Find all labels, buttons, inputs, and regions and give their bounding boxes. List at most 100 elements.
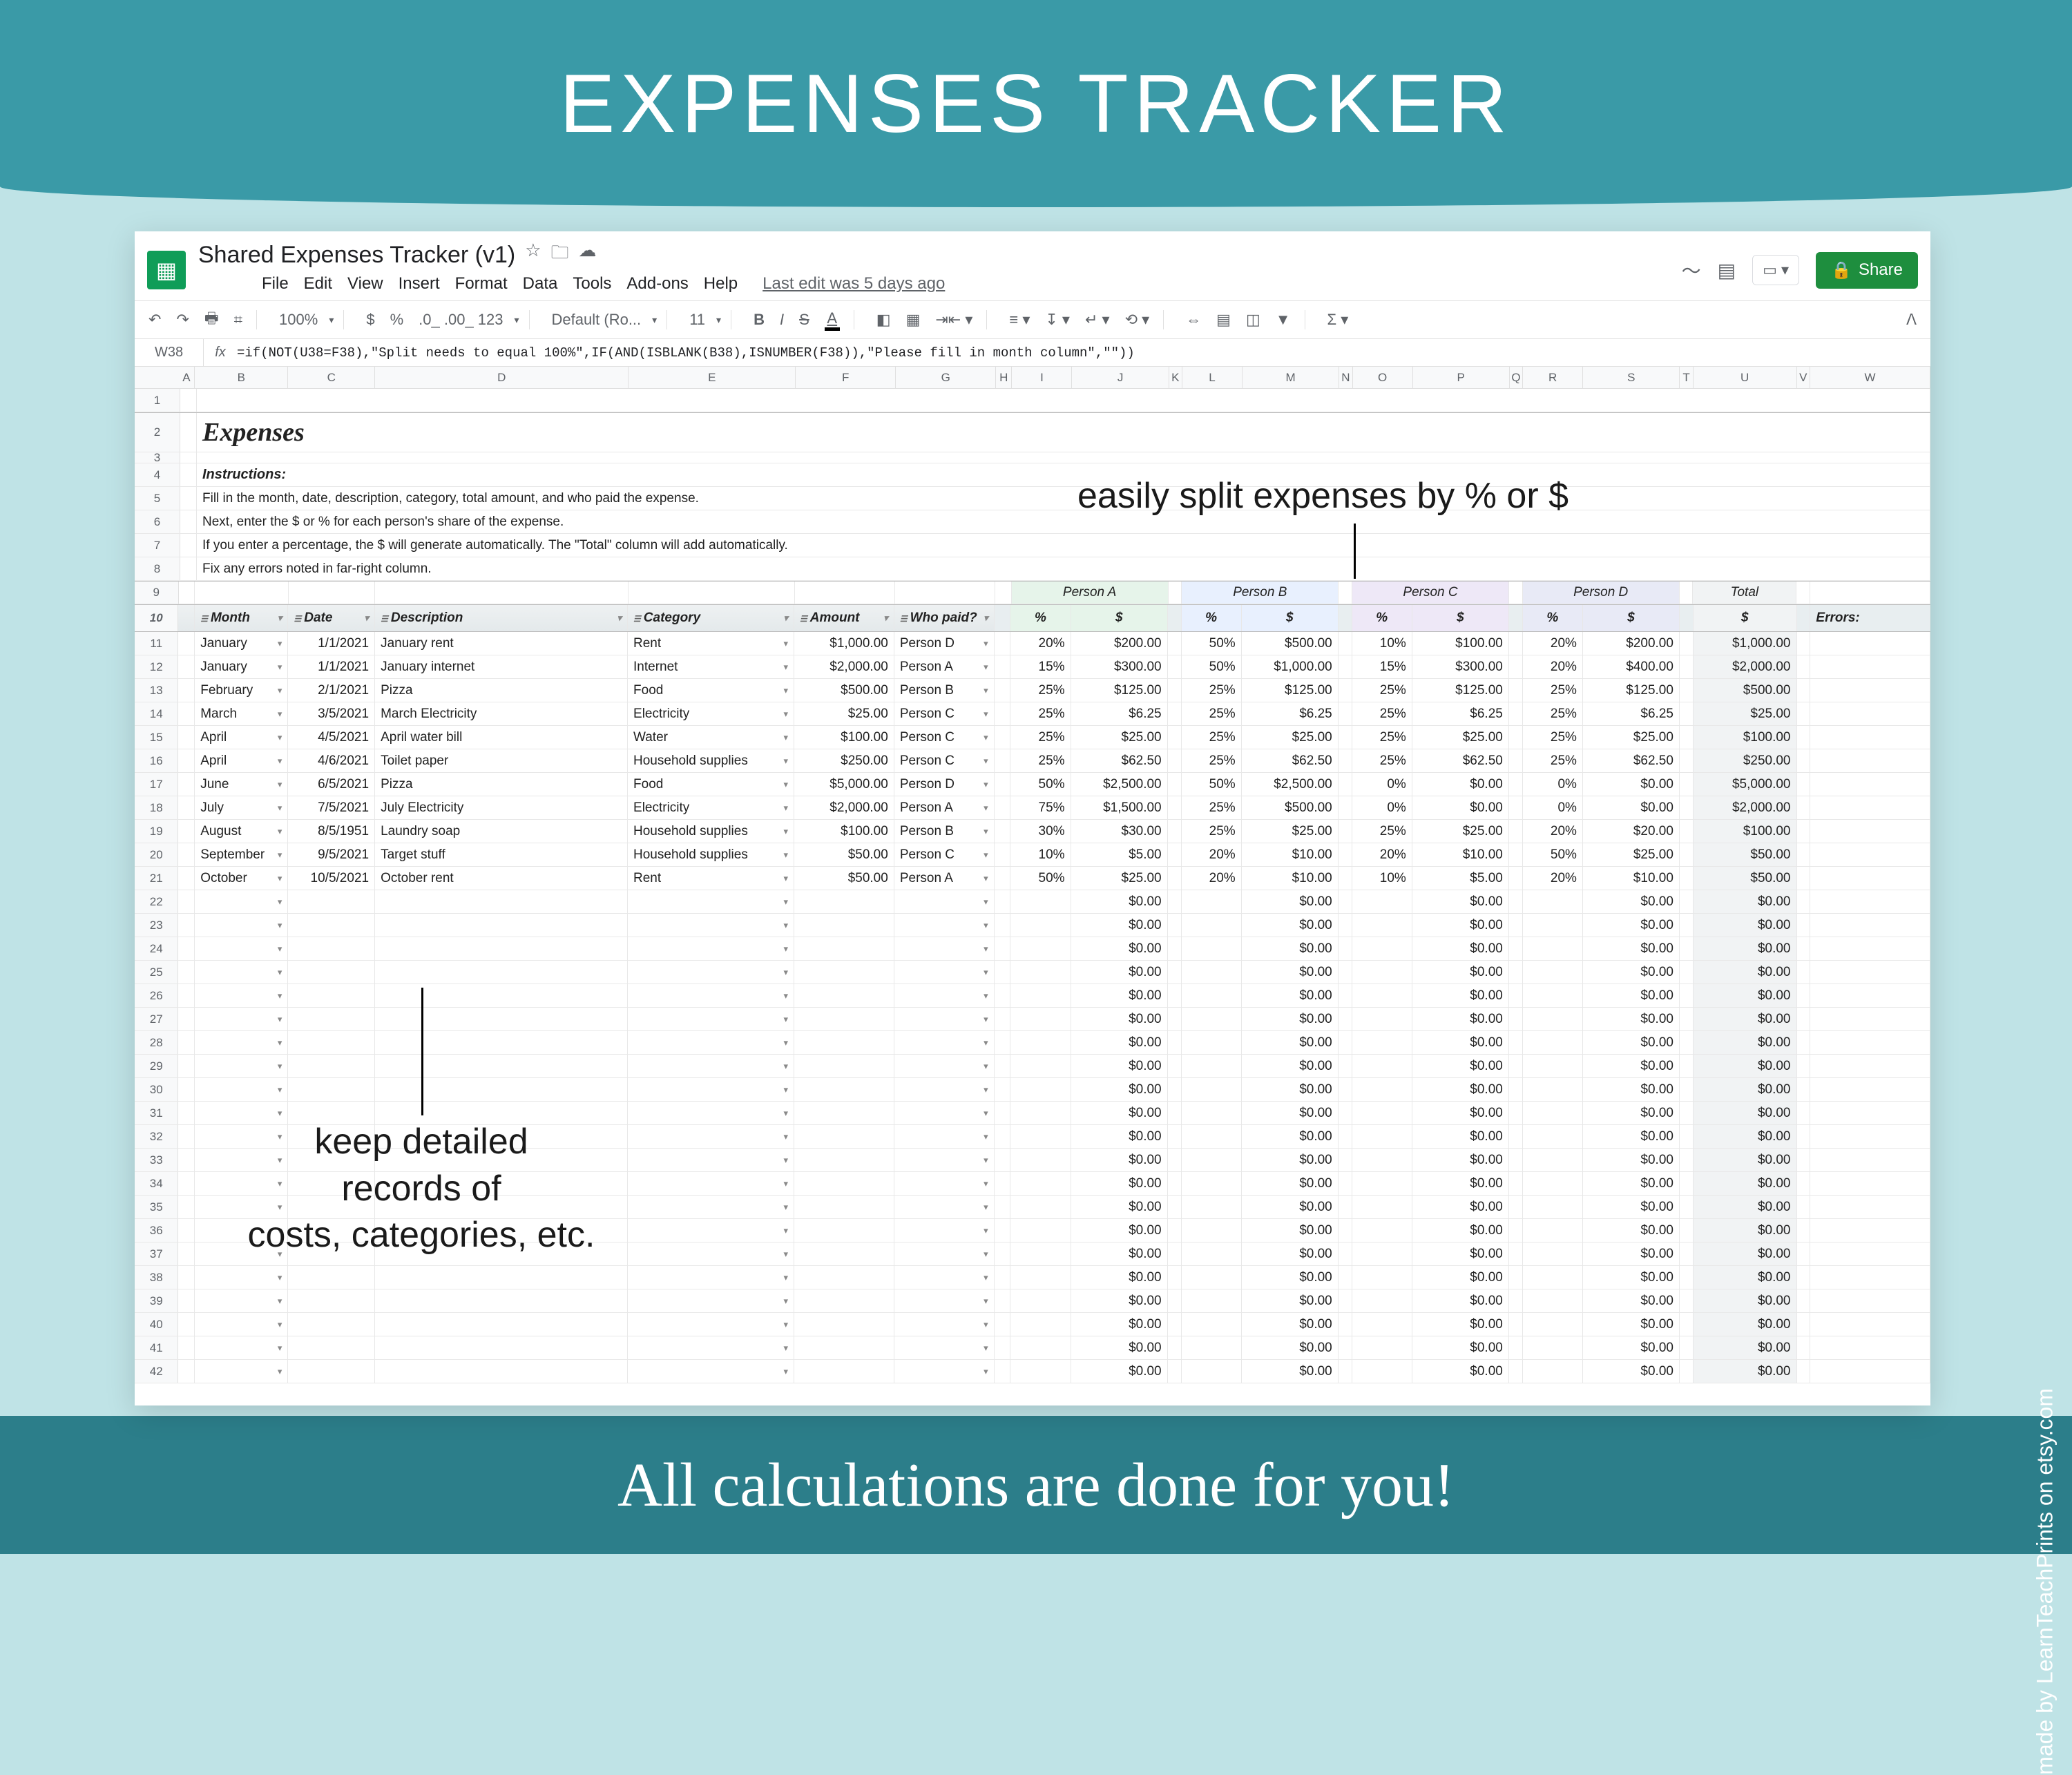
row-40[interactable]: 40 $0.00$0.00$0.00$0.00$0.00 (135, 1313, 1930, 1336)
col-K[interactable]: K (1169, 367, 1182, 388)
last-edit-link[interactable]: Last edit was 5 days ago (762, 274, 945, 294)
activity-icon[interactable]: 〜 (1682, 256, 1701, 284)
cloud-icon[interactable]: ☁ (579, 240, 597, 270)
row-22[interactable]: 22 $0.00$0.00$0.00$0.00$0.00 (135, 890, 1930, 914)
row-13[interactable]: 13 February 2/1/2021 Pizza Food $500.00 … (135, 679, 1930, 702)
col-E[interactable]: E (629, 367, 796, 388)
comments-icon[interactable]: ▤ (1718, 259, 1736, 282)
col-D[interactable]: D (375, 367, 629, 388)
zoom-select[interactable]: 100% (275, 308, 322, 332)
col-G[interactable]: G (896, 367, 996, 388)
col-S[interactable]: S (1583, 367, 1680, 388)
row-19[interactable]: 19 August 8/5/1951 Laundry soap Househol… (135, 820, 1930, 843)
print-button[interactable]: 🖶 (200, 304, 223, 336)
col-U[interactable]: U (1694, 367, 1797, 388)
font-size[interactable]: 11 (685, 308, 709, 332)
bold-button[interactable]: B (749, 308, 769, 332)
menu-format[interactable]: Format (455, 274, 508, 294)
functions-button[interactable]: Σ ▾ (1323, 308, 1353, 332)
document-title[interactable]: Shared Expenses Tracker (v1) (198, 242, 515, 269)
wrap-button[interactable]: ↵ ▾ (1081, 308, 1114, 332)
name-box[interactable]: W38 (135, 339, 204, 366)
row-3[interactable]: 3 (135, 452, 1930, 463)
text-color-button[interactable]: A (821, 307, 844, 334)
row-28[interactable]: 28 $0.00$0.00$0.00$0.00$0.00 (135, 1031, 1930, 1055)
row-14[interactable]: 14 March 3/5/2021 March Electricity Elec… (135, 702, 1930, 726)
merge-button[interactable]: ⇥⇤ ▾ (931, 308, 977, 332)
row-12[interactable]: 12 January 1/1/2021 January internet Int… (135, 655, 1930, 679)
font-select[interactable]: Default (Ro... (548, 308, 646, 332)
col-V[interactable]: V (1797, 367, 1810, 388)
borders-button[interactable]: ▦ (902, 308, 925, 332)
menu-addons[interactable]: Add-ons (626, 274, 688, 294)
menu-edit[interactable]: Edit (304, 274, 332, 294)
row-16[interactable]: 16 April 4/6/2021 Toilet paper Household… (135, 749, 1930, 773)
halign-button[interactable]: ≡ ▾ (1005, 308, 1034, 332)
row-8[interactable]: 8Fix any errors noted in far-right colum… (135, 557, 1930, 581)
formula-input[interactable]: =if(NOT(U38=F38),"Split needs to equal 1… (237, 345, 1930, 361)
row-27[interactable]: 27 $0.00$0.00$0.00$0.00$0.00 (135, 1008, 1930, 1031)
row-26[interactable]: 26 $0.00$0.00$0.00$0.00$0.00 (135, 984, 1930, 1008)
number-format-button[interactable]: .0_ .00_ 123 (414, 308, 507, 332)
menu-data[interactable]: Data (523, 274, 558, 294)
col-A[interactable]: A (179, 367, 195, 388)
chart-button[interactable]: ◫ (1242, 308, 1265, 332)
row-7[interactable]: 7If you enter a percentage, the $ will g… (135, 534, 1930, 557)
row-39[interactable]: 39 $0.00$0.00$0.00$0.00$0.00 (135, 1289, 1930, 1313)
col-R[interactable]: R (1523, 367, 1583, 388)
italic-button[interactable]: I (776, 308, 788, 332)
row-42[interactable]: 42 $0.00$0.00$0.00$0.00$0.00 (135, 1360, 1930, 1383)
row-20[interactable]: 20 September 9/5/2021 Target stuff House… (135, 843, 1930, 867)
col-O[interactable]: O (1353, 367, 1413, 388)
col-Q[interactable]: Q (1510, 367, 1523, 388)
row-5[interactable]: 5Fill in the month, date, description, c… (135, 487, 1930, 510)
row-24[interactable]: 24 $0.00$0.00$0.00$0.00$0.00 (135, 937, 1930, 961)
valign-button[interactable]: ↧ ▾ (1041, 308, 1074, 332)
filter-button[interactable]: ▼ (1272, 308, 1295, 332)
col-I[interactable]: I (1012, 367, 1072, 388)
col-N[interactable]: N (1339, 367, 1352, 388)
row-10[interactable]: 10 Month Date Description Category Amoun… (135, 604, 1930, 632)
menu-help[interactable]: Help (704, 274, 738, 294)
currency-button[interactable]: $ (362, 308, 378, 332)
col-C[interactable]: C (288, 367, 375, 388)
col-B[interactable]: B (195, 367, 288, 388)
comment-button[interactable]: ▤ (1212, 308, 1235, 332)
row-6[interactable]: 6Next, enter the $ or % for each person'… (135, 510, 1930, 534)
paint-format-button[interactable]: ⌗ (230, 308, 247, 332)
col-L[interactable]: L (1182, 367, 1243, 388)
row-23[interactable]: 23 $0.00$0.00$0.00$0.00$0.00 (135, 914, 1930, 937)
row-11[interactable]: 11 January 1/1/2021 January rent Rent $1… (135, 632, 1930, 655)
col-P[interactable]: P (1413, 367, 1510, 388)
percent-button[interactable]: % (386, 308, 408, 332)
redo-button[interactable]: ↷ (172, 308, 193, 332)
fill-color-button[interactable]: ◧ (872, 308, 895, 332)
row-17[interactable]: 17 June 6/5/2021 Pizza Food $5,000.00 Pe… (135, 773, 1930, 796)
undo-button[interactable]: ↶ (144, 308, 165, 332)
share-button[interactable]: 🔒 Share (1816, 252, 1918, 289)
col-F[interactable]: F (796, 367, 896, 388)
menu-insert[interactable]: Insert (399, 274, 440, 294)
collapse-toolbar-icon[interactable]: ᐱ (1902, 308, 1921, 332)
menu-view[interactable]: View (347, 274, 383, 294)
row-15[interactable]: 15 April 4/5/2021 April water bill Water… (135, 726, 1930, 749)
present-button[interactable]: ▭ ▾ (1752, 255, 1799, 285)
col-M[interactable]: M (1243, 367, 1339, 388)
col-W[interactable]: W (1810, 367, 1930, 388)
star-icon[interactable]: ☆ (525, 240, 541, 270)
row-25[interactable]: 25 $0.00$0.00$0.00$0.00$0.00 (135, 961, 1930, 984)
move-icon[interactable]: 🗀 (551, 240, 569, 270)
row-18[interactable]: 18 July 7/5/2021 July Electricity Electr… (135, 796, 1930, 820)
row-30[interactable]: 30 $0.00$0.00$0.00$0.00$0.00 (135, 1078, 1930, 1102)
row-29[interactable]: 29 $0.00$0.00$0.00$0.00$0.00 (135, 1055, 1930, 1078)
strike-button[interactable]: S (795, 308, 814, 332)
col-J[interactable]: J (1072, 367, 1169, 388)
link-button[interactable]: ⇔ (1182, 308, 1205, 332)
row-4[interactable]: 4Instructions: (135, 463, 1930, 487)
menu-file[interactable]: File (262, 274, 289, 294)
row-41[interactable]: 41 $0.00$0.00$0.00$0.00$0.00 (135, 1336, 1930, 1360)
row-38[interactable]: 38 $0.00$0.00$0.00$0.00$0.00 (135, 1266, 1930, 1289)
row-1[interactable]: 1 (135, 389, 1930, 412)
col-T[interactable]: T (1680, 367, 1693, 388)
menu-tools[interactable]: Tools (573, 274, 611, 294)
